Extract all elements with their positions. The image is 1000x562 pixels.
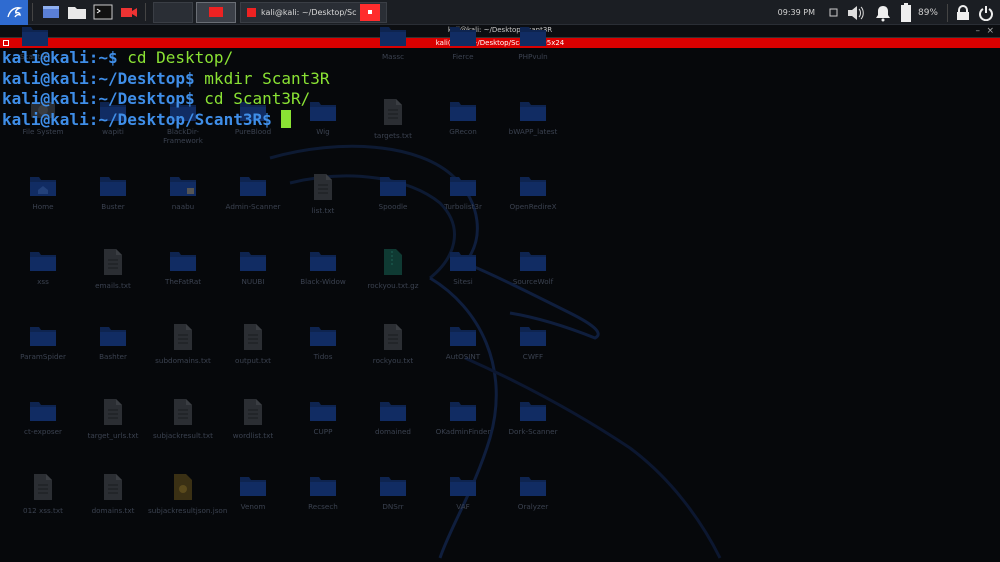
show-desktop-button[interactable] [39, 1, 63, 24]
clock[interactable]: 09:39 PM [778, 8, 815, 17]
task-preview [360, 3, 381, 21]
taskbar: kali@kali: ~/Desktop/Sc 09:39 PM 89% [0, 0, 1000, 25]
prompt-path: :~/Desktop [88, 68, 186, 88]
command-text: mkdir Scant3R [204, 68, 330, 88]
terminal-launcher-button[interactable] [91, 1, 115, 24]
logout-button[interactable] [978, 5, 994, 21]
taskbar-terminal-task[interactable]: kali@kali: ~/Desktop/Sc [240, 1, 388, 23]
folder-icon [428, 23, 498, 47]
prompt-user: kali@kali [2, 109, 89, 129]
folder-icon [68, 7, 86, 19]
prompt-user: kali@kali [2, 89, 89, 108]
terminal-line: kali@kali:~$ cd Desktop/ [2, 48, 998, 69]
system-tray: 09:39 PM 89% [778, 0, 1000, 25]
battery-icon [900, 2, 911, 22]
workspace-2[interactable] [196, 1, 236, 23]
prompt-symbol: $ [262, 109, 282, 129]
speaker-icon [847, 5, 864, 20]
terminal-line: kali@kali:~/Desktop$ cd Scant3R/ [2, 89, 998, 110]
bell-icon [875, 5, 890, 21]
workspace-1[interactable] [153, 1, 193, 23]
desktop-icon [43, 6, 59, 18]
prompt-path: :~/Desktop/Scant3R [88, 109, 263, 129]
lock-screen-button[interactable] [956, 4, 970, 21]
square-icon [829, 8, 838, 17]
taskbar-separator [145, 3, 146, 21]
taskbar-separator [32, 3, 33, 21]
notification-toggle[interactable] [829, 8, 838, 17]
terminal-output[interactable]: kali@kali:~$ cd Desktop/ kali@kali:~/Des… [0, 48, 1000, 562]
minimize-button[interactable]: – [976, 25, 981, 37]
prompt-user: kali@kali [2, 48, 89, 67]
kali-menu-button[interactable] [0, 0, 28, 25]
command-text: cd Scant3R/ [204, 89, 311, 108]
prompt-path: :~/Desktop [88, 89, 186, 108]
screen: kali@kali: ~/Desktop/Sc 09:39 PM 89% kal… [0, 0, 1000, 562]
prompt-user: kali@kali [2, 68, 89, 88]
kali-logo-icon [7, 7, 23, 18]
window-thumbnail [209, 7, 223, 17]
file-manager-button[interactable] [65, 1, 89, 24]
taskbar-separator [947, 3, 948, 22]
folder-icon [498, 23, 568, 47]
terminal-cursor [281, 109, 292, 128]
prompt-symbol: $ [185, 89, 205, 108]
terminal-task-icon [247, 7, 256, 17]
terminal-line: kali@kali:~/Desktop/Scant3R$ [2, 109, 998, 131]
prompt-symbol: $ [185, 68, 205, 88]
power-icon [979, 5, 993, 21]
camera-icon [121, 8, 137, 17]
volume-button[interactable] [846, 4, 866, 22]
lock-icon [957, 4, 969, 20]
battery-button[interactable] [900, 2, 912, 23]
terminal-line: kali@kali:~/Desktop$ mkdir Scant3R [2, 69, 998, 90]
battery-percentage: 89% [917, 7, 938, 18]
task-label: kali@kali: ~/Desktop/Sc [261, 7, 357, 17]
command-text: cd Desktop/ [127, 48, 234, 67]
notifications-button[interactable] [874, 4, 892, 22]
folder-icon [358, 23, 428, 47]
terminal-icon [93, 4, 113, 20]
prompt-path: :~ [88, 48, 108, 67]
task-preview-dot [368, 10, 373, 14]
close-button[interactable]: × [986, 25, 994, 37]
screen-recorder-button[interactable] [117, 1, 141, 24]
folder-icon [0, 23, 70, 47]
prompt-symbol: $ [107, 48, 128, 67]
